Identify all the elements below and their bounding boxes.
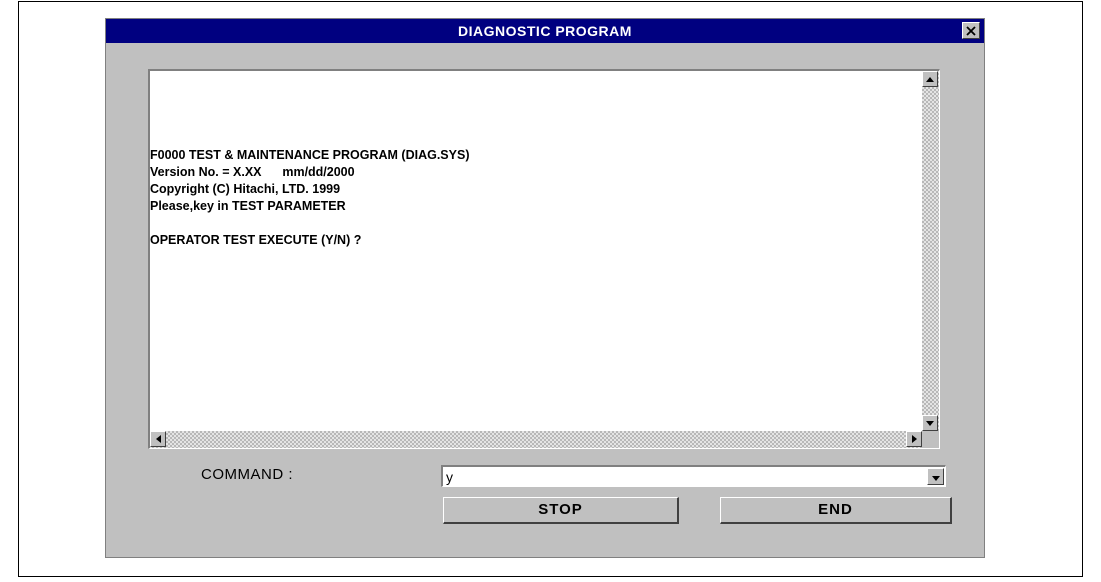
window-title: DIAGNOSTIC PROGRAM bbox=[458, 23, 632, 39]
command-combobox[interactable] bbox=[441, 465, 946, 487]
command-dropdown-button[interactable] bbox=[927, 468, 944, 485]
arrow-left-icon bbox=[155, 435, 161, 443]
scroll-down-button[interactable] bbox=[922, 415, 938, 431]
console-text: F0000 TEST & MAINTENANCE PROGRAM (DIAG.S… bbox=[150, 147, 920, 249]
scroll-right-button[interactable] bbox=[906, 431, 922, 447]
diagnostic-window: DIAGNOSTIC PROGRAM F0000 TEST & MAINTENA… bbox=[105, 18, 985, 558]
arrow-up-icon bbox=[926, 76, 934, 82]
scroll-left-button[interactable] bbox=[150, 431, 166, 447]
scroll-up-button[interactable] bbox=[922, 71, 938, 87]
vertical-scrollbar[interactable] bbox=[922, 71, 939, 431]
arrow-down-icon bbox=[926, 420, 934, 426]
console-line: Please,key in TEST PARAMETER bbox=[150, 199, 346, 213]
title-bar[interactable]: DIAGNOSTIC PROGRAM bbox=[106, 19, 984, 43]
console-line: Version No. = X.XX mm/dd/2000 bbox=[150, 165, 355, 179]
close-button[interactable] bbox=[962, 22, 980, 39]
console-line: F0000 TEST & MAINTENANCE PROGRAM (DIAG.S… bbox=[150, 148, 470, 162]
command-input[interactable] bbox=[446, 467, 916, 486]
arrow-right-icon bbox=[911, 435, 917, 443]
console-output[interactable]: F0000 TEST & MAINTENANCE PROGRAM (DIAG.S… bbox=[148, 69, 940, 449]
close-icon bbox=[966, 25, 976, 36]
horizontal-scrollbar[interactable] bbox=[150, 431, 922, 448]
scrollbar-corner bbox=[922, 431, 939, 448]
stop-button[interactable]: STOP bbox=[443, 497, 679, 524]
chevron-down-icon bbox=[931, 468, 940, 486]
console-line: OPERATOR TEST EXECUTE (Y/N) ? bbox=[150, 233, 362, 247]
console-line: Copyright (C) Hitachi, LTD. 1999 bbox=[150, 182, 341, 196]
end-button[interactable]: END bbox=[720, 497, 952, 524]
command-label: COMMAND : bbox=[201, 466, 293, 483]
